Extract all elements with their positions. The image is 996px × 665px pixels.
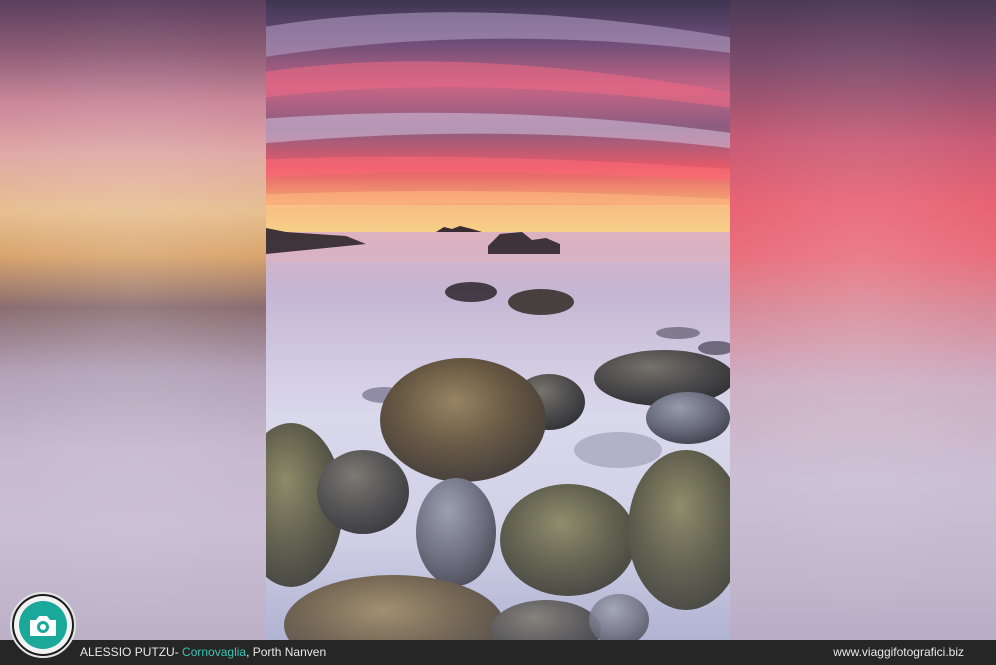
blurred-side-panel-right [730, 0, 996, 640]
author-name: ALESSIO PUTZU- [80, 645, 179, 659]
photo-stage [0, 0, 996, 640]
site-url[interactable]: www.viaggifotografici.biz [833, 645, 964, 659]
photo-caption-bar: ALESSIO PUTZU- Cornovaglia, Porth Nanven… [0, 640, 996, 665]
viaggifotografici-logo[interactable] [10, 592, 76, 658]
location-link[interactable]: Cornovaglia [182, 645, 246, 659]
blurred-side-panel-left [0, 0, 266, 640]
photo-credit: ALESSIO PUTZU- Cornovaglia, Porth Nanven [80, 645, 326, 659]
seascape-photo[interactable] [266, 0, 730, 640]
sublocation-text: , Porth Nanven [246, 645, 327, 659]
